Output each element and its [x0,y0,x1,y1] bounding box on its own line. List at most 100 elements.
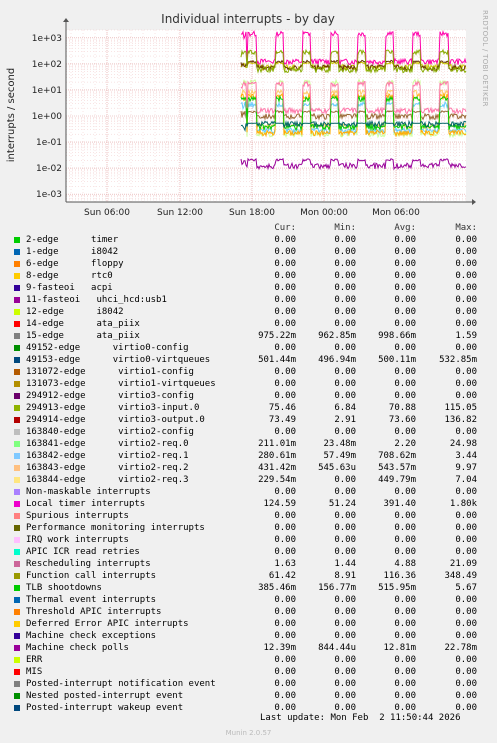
legend-name: APIC ICR read retries [26,547,140,557]
legend-swatch [14,585,20,591]
legend-avg: 515.95m [378,583,416,593]
legend-swatch [14,681,20,687]
x-tick-label: Sun 12:00 [157,208,203,218]
legend-header: Cur: Min: Avg: Max: [0,222,497,234]
legend-swatch [14,393,20,399]
legend-max: 0.00 [455,283,477,293]
legend-cur: 0.00 [274,367,296,377]
legend-name: Spurious interrupts [26,511,129,521]
legend-avg: 0.00 [394,379,416,389]
legend-max: 0.00 [455,391,477,401]
legend-swatch [14,633,20,639]
legend-avg: 0.00 [394,283,416,293]
legend-name: 49153-edge virtio0-virtqueues [26,355,211,365]
legend-avg: 0.00 [394,619,416,629]
legend-avg: 0.00 [394,667,416,677]
legend-cur: 385.46m [258,583,296,593]
legend-row: Posted-interrupt notification event 0.00 0… [0,678,497,690]
legend-avg: 116.36 [383,571,416,581]
legend-name: Machine check exceptions [26,631,157,641]
legend-min: 2.91 [334,415,356,425]
legend-swatch [14,561,20,567]
legend-name: 163840-edge virtio2-config [26,427,194,437]
legend-avg: 0.00 [394,259,416,269]
legend-name: 2-edge timer [26,235,119,245]
legend-min: 0.00 [334,595,356,605]
x-axis-arrow [472,199,476,205]
legend-cur: 0.00 [274,667,296,677]
legend-swatch [14,621,20,627]
legend-cur: 0.00 [274,655,296,665]
legend-row: 15-edge ata_piix 975.22m 962.85m 998.66m 1.5… [0,330,497,342]
legend-name: ERR [26,655,43,665]
legend-min: 0.00 [334,427,356,437]
legend-min: 0.00 [334,511,356,521]
legend-avg: 0.00 [394,343,416,353]
legend-min: 0.00 [334,679,356,689]
legend-swatch [14,429,20,435]
legend-max: 0.00 [455,295,477,305]
legend-swatch [14,489,20,495]
legend-min: 0.00 [334,535,356,545]
legend-cur: 75.46 [268,403,296,413]
legend-row: 49152-edge virtio0-config 0.00 0.00 0.00 0.0… [0,342,497,354]
legend-cur: 0.00 [274,391,296,401]
legend-min: 545.63u [318,463,356,473]
legend-cur: 0.00 [274,535,296,545]
legend-cur: 0.00 [274,679,296,689]
legend-max: 0.00 [455,511,477,521]
legend-min: 57.49m [323,451,356,461]
last-update: Last update: Mon Feb 2 11:50:44 2026 [260,713,461,723]
legend-swatch [14,441,20,447]
legend-row: 2-edge timer 0.00 0.00 0.00 0.00 [0,234,497,246]
legend-swatch [14,369,20,375]
legend-row: Local timer interrupts 124.59 51.24 391.40 1… [0,498,497,510]
legend-name: 11-fasteoi uhci_hcd:usb1 [26,295,167,305]
legend-swatch [14,501,20,507]
legend-cur: 124.59 [263,499,296,509]
legend-max: 0.00 [455,595,477,605]
legend-cur: 73.49 [268,415,296,425]
legend-row: Machine check polls 12.39m 844.44u 12.81m 22… [0,642,497,654]
legend-row: 14-edge ata_piix 0.00 0.00 0.00 0.00 [0,318,497,330]
legend-name: Non-maskable interrupts [26,487,151,497]
legend-min: 962.85m [318,331,356,341]
legend-row: Function call interrupts 61.42 8.91 116.36 3… [0,570,497,582]
legend-swatch [14,477,20,483]
legend-min: 0.00 [334,607,356,617]
legend-max: 24.98 [449,439,477,449]
legend-avg: 0.00 [394,535,416,545]
legend-min: 0.00 [334,523,356,533]
legend-swatch [14,657,20,663]
legend-min: 844.44u [318,643,356,653]
legend-avg: 0.00 [394,523,416,533]
legend-avg: 0.00 [394,295,416,305]
legend-avg: 0.00 [394,679,416,689]
legend-cur: 0.00 [274,427,296,437]
legend-cur: 211.01m [258,439,296,449]
legend-avg: 449.79m [378,475,416,485]
y-tick-label: 1e-03 [36,190,62,200]
legend-row: MIS 0.00 0.00 0.00 0.00 [0,666,497,678]
legend-swatch [14,693,20,699]
legend-row: 49153-edge virtio0-virtqueues 501.44m 496.… [0,354,497,366]
legend-row: Machine check exceptions 0.00 0.00 0.00 0.00 [0,630,497,642]
legend-name: 163843-edge virtio2-req.2 [26,463,189,473]
header-cur: Cur: [274,223,296,233]
legend-row: Threshold APIC interrupts 0.00 0.00 0.00 0.0… [0,606,497,618]
legend-name: Rescheduling interrupts [26,559,151,569]
legend-min: 0.00 [334,247,356,257]
legend-name: Nested posted-interrupt event [26,691,184,701]
legend-swatch [14,381,20,387]
legend-avg: 500.11m [378,355,416,365]
x-tick-label: Sun 06:00 [84,208,130,218]
legend-max: 0.00 [455,679,477,689]
x-tick-label: Mon 06:00 [372,208,420,218]
legend-max: 3.44 [455,451,477,461]
legend-swatch [14,297,20,303]
legend-cur: 0.00 [274,247,296,257]
legend-cur: 0.00 [274,271,296,281]
legend-row: 294912-edge virtio3-config 0.00 0.00 0.00 0.… [0,390,497,402]
legend-min: 0.00 [334,691,356,701]
legend-row: 163840-edge virtio2-config 0.00 0.00 0.00 0.… [0,426,497,438]
